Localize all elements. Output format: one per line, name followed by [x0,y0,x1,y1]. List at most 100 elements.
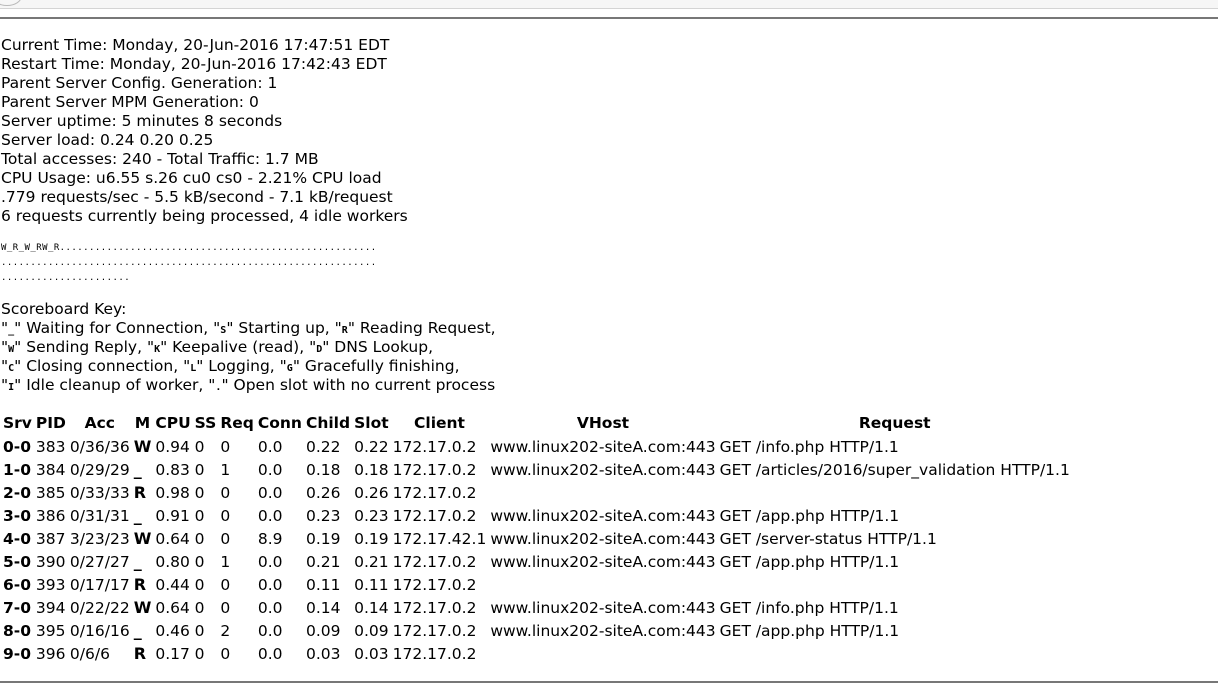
cell-vhost [488,481,717,504]
cell-slot: 0.11 [354,575,389,594]
cell-req: 0 [220,644,231,663]
server-info-block: Current Time: Monday, 20-Jun-2016 17:47:… [1,36,408,226]
cell-req: 0 [220,437,231,456]
cell-srv: 3-0 [3,506,32,525]
cell-child: 0.23 [305,506,341,525]
cell-pid: 387 [35,529,66,548]
server-info-line: Server load: 0.24 0.20 0.25 [1,131,214,149]
key-description: " Logging, " [196,357,287,375]
cell-acc: 0/29/29 [69,460,130,479]
cell-ss: 0 [194,460,205,479]
cell-srv: 4-0 [3,529,32,548]
cell-conn: 0.0 [257,644,283,663]
cell-conn: 0.0 [257,506,283,525]
scoreboard-line: W_R_W_RW_R..............................… [1,243,377,253]
cell-conn: 0.0 [257,552,283,571]
cell-ss: 0 [194,437,205,456]
cell-mode: _ [133,460,142,479]
cell-ss: 0 [194,483,205,502]
table-row: 0-0 383 0/36/36 W 0.94 0 0 0.0 0.22 0.22 172.17.0.… [1,435,1072,458]
table-row: 4-0 387 3/23/23 W 0.64 0 0 8.9 0.19 0.19 172.17.42… [1,527,1072,550]
cell-pid: 395 [35,621,66,640]
cell-slot: 0.26 [354,483,389,502]
column-header-req: Req [220,414,254,432]
table-row: 9-0 396 0/6/6 R 0.17 0 0 0.0 0.03 0.03 172.17.0.2 [1,642,1072,665]
cell-child: 0.03 [305,644,341,663]
cell-pid: 396 [35,644,66,663]
cell-request: GET /articles/2016/super_validation HTTP… [719,460,1070,479]
cell-mode: W [133,598,152,617]
server-info-line: Parent Server Config. Generation: 1 [1,74,278,92]
cell-req: 2 [220,621,231,640]
cell-pid: 386 [35,506,66,525]
cell-conn: 0.0 [257,621,283,640]
scoreboard-line: ........................................… [1,258,377,268]
cell-client: 172.17.0.2 [392,483,477,502]
cell-acc: 0/31/31 [69,506,130,525]
cell-mode: R [133,483,147,502]
cell-cpu: 0.64 [155,598,190,617]
cell-acc: 0/33/33 [69,483,130,502]
cell-vhost: www.linux202-siteA.com:443 [490,598,716,617]
cell-vhost: www.linux202-siteA.com:443 [490,437,716,456]
cell-slot: 0.14 [354,598,389,617]
cell-cpu: 0.46 [155,621,190,640]
scoreboard-key-line: "_" Waiting for Connection, "S" Starting… [1,319,496,338]
cell-slot: 0.18 [354,460,389,479]
server-info-line: Total accesses: 240 - Total Traffic: 1.7… [1,150,319,168]
cell-cpu: 0.98 [155,483,190,502]
server-info-line: Restart Time: Monday, 20-Jun-2016 17:42:… [1,55,387,73]
cell-mode: _ [133,506,142,525]
cell-child: 0.09 [305,621,341,640]
column-header-mode: M [134,414,151,432]
cell-slot: 0.22 [354,437,389,456]
cell-cpu: 0.64 [155,529,190,548]
server-info-line: Current Time: Monday, 20-Jun-2016 17:47:… [1,36,390,54]
cell-child: 0.21 [305,552,341,571]
cell-client: 172.17.0.2 [392,644,477,663]
worker-table: Srv PID Acc M CPU SS Req Conn Child Slot Client VHo… [1,411,1072,665]
table-row: 1-0 384 0/29/29 _ 0.83 0 1 0.0 0.18 0.18 172.17.0.… [1,458,1072,481]
cell-slot: 0.09 [354,621,389,640]
cell-acc: 0/17/17 [69,575,130,594]
table-row: 7-0 394 0/22/22 W 0.64 0 0 0.0 0.14 0.14 172.17.0.… [1,596,1072,619]
cell-pid: 393 [35,575,66,594]
cell-mode: R [133,644,147,663]
cell-pid: 383 [35,437,66,456]
cell-acc: 0/22/22 [69,598,130,617]
cell-mode: _ [133,621,142,640]
server-info-line: 6 requests currently being processed, 4 … [1,207,408,225]
cell-srv: 0-0 [3,437,32,456]
key-description: " Sending Reply, " [14,338,155,356]
cell-vhost [488,573,717,596]
table-row: 2-0 385 0/33/33 R 0.98 0 0 0.0 0.26 0.26 172.17.0.… [1,481,1072,504]
horizontal-rule-bottom [0,681,1218,683]
cell-client: 172.17.0.2 [392,621,477,640]
scoreboard-key-line: "I" Idle cleanup of worker, "." Open slo… [1,376,496,395]
horizontal-rule-top [0,17,1218,19]
server-info-line: .779 requests/sec - 5.5 kB/second - 7.1 … [1,188,393,206]
cell-client: 172.17.0.2 [392,598,477,617]
cell-request [718,642,1072,665]
column-header-slot: Slot [354,414,389,432]
cell-mode: R [133,575,147,594]
cell-ss: 0 [194,529,205,548]
cell-pid: 390 [35,552,66,571]
cell-child: 0.22 [305,437,341,456]
cell-conn: 0.0 [257,437,283,456]
cell-ss: 0 [194,598,205,617]
key-description: " Gracefully finishing, [292,357,460,375]
cell-child: 0.19 [305,529,341,548]
cell-pid: 384 [35,460,66,479]
cell-srv: 8-0 [3,621,32,640]
cell-cpu: 0.94 [155,437,190,456]
cell-srv: 7-0 [3,598,32,617]
cell-cpu: 0.80 [155,552,190,571]
column-header-ss: SS [194,414,217,432]
cell-cpu: 0.91 [155,506,190,525]
cell-acc: 0/36/36 [69,437,130,456]
cell-acc: 0/6/6 [69,644,110,663]
cell-ss: 0 [194,644,205,663]
cell-srv: 9-0 [3,644,32,663]
cell-request: GET /app.php HTTP/1.1 [719,552,900,571]
